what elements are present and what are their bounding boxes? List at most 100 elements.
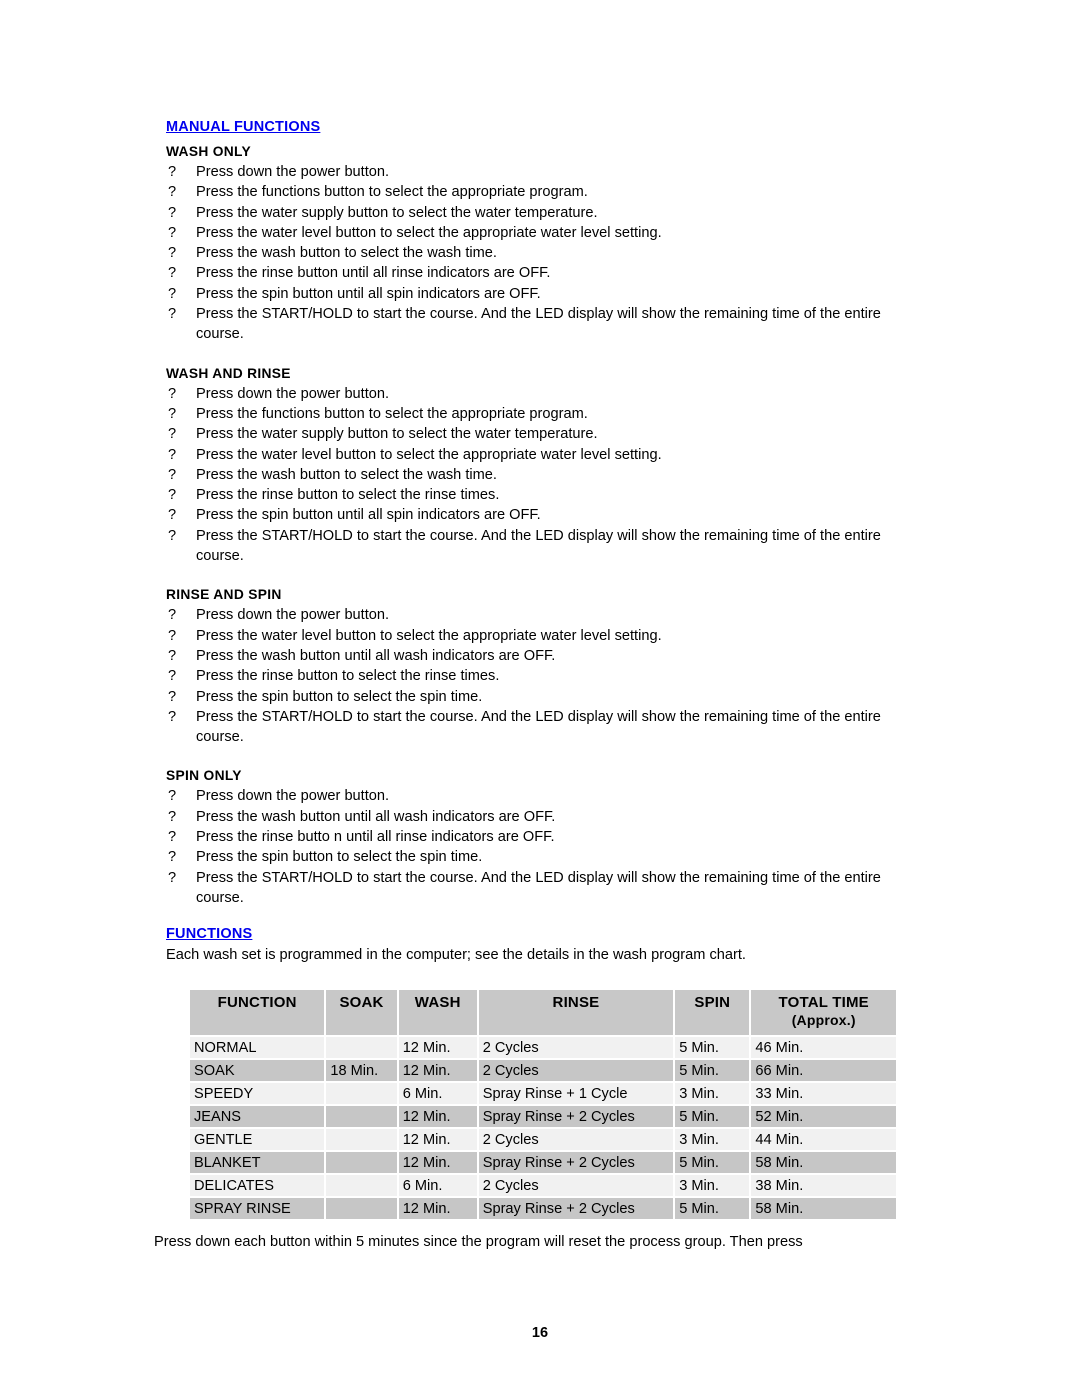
step-text: Press the water supply button to select … [196, 204, 598, 221]
list-item: ? Press down the power button. [166, 605, 926, 625]
step-text: Press the wash button until all wash ind… [196, 808, 556, 825]
section-title: RINSE AND SPIN [166, 587, 282, 603]
step-list: ? Press down the power button.? Press the … [166, 384, 926, 567]
cell-soak [326, 1037, 397, 1058]
step-text: Press the spin button to select the spin… [196, 849, 483, 866]
column-header-total-time-label: TOTAL TIME [778, 994, 869, 1011]
cell-spin: 5 Min. [675, 1106, 750, 1127]
cell-function: SOAK [190, 1060, 325, 1081]
cell-spin: 3 Min. [675, 1083, 750, 1104]
list-item: ? Press the wash button until all wash in… [166, 646, 926, 666]
section-title: SPIN ONLY [166, 768, 242, 784]
cell-rinse: 2 Cycles [478, 1175, 674, 1196]
list-item: ? Press the water level button to select … [166, 445, 926, 465]
cell-function: SPRAY RINSE [190, 1198, 325, 1219]
step-text: Press the water level button to select t… [196, 627, 662, 644]
list-item: ? Press the rinse button until all rinse … [166, 263, 926, 283]
step-list: ? Press down the power button.? Press the … [166, 162, 926, 345]
table-row: SPRAY RINSE 12 Min. Spray Rinse + 2 Cycles… [190, 1198, 896, 1219]
list-item: ? Press the water supply button to select… [166, 424, 926, 444]
cell-rinse: Spray Rinse + 2 Cycles [478, 1198, 674, 1219]
cell-total-time: 66 Min. [751, 1060, 896, 1081]
cell-spin: 5 Min. [675, 1060, 750, 1081]
cell-function: BLANKET [190, 1152, 325, 1173]
bullet-icon: ? [168, 204, 177, 221]
document-page: MANUAL FUNCTIONS WASH ONLY? Press down th… [0, 0, 1080, 1397]
bullet-icon: ? [168, 849, 177, 866]
footer-note: Press down each button within 5 minutes … [154, 1234, 803, 1250]
cell-total-time: 58 Min. [751, 1152, 896, 1173]
bullet-icon: ? [168, 668, 177, 685]
bullet-icon: ? [168, 808, 177, 825]
step-text: Press the functions button to select the… [196, 184, 588, 201]
bullet-icon: ? [168, 487, 177, 504]
step-text: Press the water level button to select t… [196, 446, 662, 463]
table-row: SPEEDY 6 Min. Spray Rinse + 1 Cycle 3 Min. 3… [190, 1083, 896, 1104]
cell-rinse: Spray Rinse + 2 Cycles [478, 1106, 674, 1127]
bullet-icon: ? [168, 869, 177, 886]
cell-total-time: 46 Min. [751, 1037, 896, 1058]
step-text: Press down the power button. [196, 607, 390, 624]
wash-program-chart: FUNCTION SOAK WASH RINSE SPIN TOTAL TIME… [188, 988, 898, 1221]
cell-soak [326, 1152, 397, 1173]
list-item: ? Press the rinse butto n until all rinse… [166, 827, 926, 847]
cell-rinse: Spray Rinse + 2 Cycles [478, 1152, 674, 1173]
cell-rinse: 2 Cycles [478, 1129, 674, 1150]
bullet-icon: ? [168, 829, 177, 846]
bullet-icon: ? [168, 788, 177, 805]
section-title: WASH ONLY [166, 144, 251, 159]
cell-soak [326, 1175, 397, 1196]
cell-wash: 12 Min. [398, 1037, 477, 1058]
list-item: ? Press the wash button to select the was… [166, 243, 926, 263]
cell-soak: 18 Min. [326, 1060, 397, 1081]
step-text: Press the water supply button to select … [196, 426, 598, 443]
table-row: SOAK 18 Min. 12 Min. 2 Cycles 5 Min. 66 Min. [190, 1060, 896, 1081]
bullet-icon: ? [168, 688, 177, 705]
cell-wash: 12 Min. [398, 1129, 477, 1150]
cell-spin: 3 Min. [675, 1175, 750, 1196]
column-header-spin: SPIN [675, 990, 750, 1035]
list-item: ? Press the START/HOLD to start the cours… [166, 707, 926, 748]
table-row: DELICATES 6 Min. 2 Cycles 3 Min. 38 Min. [190, 1175, 896, 1196]
column-header-total-time-sublabel: (Approx.) [791, 1012, 856, 1028]
step-list: ? Press down the power button.? Press the … [166, 786, 926, 908]
step-text: Press the wash button to select the wash… [196, 466, 497, 483]
cell-wash: 12 Min. [398, 1152, 477, 1173]
step-text: Press down the power button. [196, 164, 390, 180]
cell-spin: 5 Min. [675, 1152, 750, 1173]
cell-total-time: 52 Min. [751, 1106, 896, 1127]
step-text: Press the START/HOLD to start the course… [196, 869, 881, 906]
bullet-icon: ? [168, 245, 177, 262]
manual-functions-heading[interactable]: MANUAL FUNCTIONS [166, 119, 320, 136]
manual-functions-sections: WASH ONLY? Press down the power button.? P… [166, 142, 926, 908]
step-text: Press the spin button until all spin ind… [196, 507, 541, 524]
step-text: Press down the power button. [196, 788, 390, 805]
cell-function: GENTLE [190, 1129, 325, 1150]
column-header-total-time: TOTAL TIME (Approx.) [751, 990, 896, 1035]
list-item: ? Press down the power button. [166, 786, 926, 806]
functions-heading[interactable]: FUNCTIONS [166, 926, 252, 943]
column-header-rinse: RINSE [478, 990, 674, 1035]
functions-intro-text: Each wash set is programmed in the compu… [166, 947, 746, 964]
cell-soak [326, 1083, 397, 1104]
step-text: Press the wash button until all wash ind… [196, 647, 556, 664]
cell-function: JEANS [190, 1106, 325, 1127]
step-text: Press the rinse button to select the rin… [196, 668, 500, 685]
cell-total-time: 58 Min. [751, 1198, 896, 1219]
step-text: Press the wash button to select the wash… [196, 245, 497, 262]
cell-rinse: 2 Cycles [478, 1037, 674, 1058]
bullet-icon: ? [168, 607, 177, 624]
list-item: ? Press the spin button until all spin in… [166, 284, 926, 304]
cell-spin: 5 Min. [675, 1198, 750, 1219]
table-header-row: FUNCTION SOAK WASH RINSE SPIN TOTAL TIME… [190, 990, 896, 1035]
cell-rinse: Spray Rinse + 1 Cycle [478, 1083, 674, 1104]
cell-function: SPEEDY [190, 1083, 325, 1104]
table-row: GENTLE 12 Min. 2 Cycles 3 Min. 44 Min. [190, 1129, 896, 1150]
page-number: 16 [531, 1325, 549, 1341]
cell-soak [326, 1129, 397, 1150]
manual-functions-heading-wrap: MANUAL FUNCTIONS [166, 118, 926, 138]
list-item: ? Press the water level button to select … [166, 626, 926, 646]
step-text: Press the rinse button until all rinse i… [196, 265, 551, 282]
bullet-icon: ? [168, 507, 177, 524]
list-item: ? Press the rinse button to select the ri… [166, 666, 926, 686]
